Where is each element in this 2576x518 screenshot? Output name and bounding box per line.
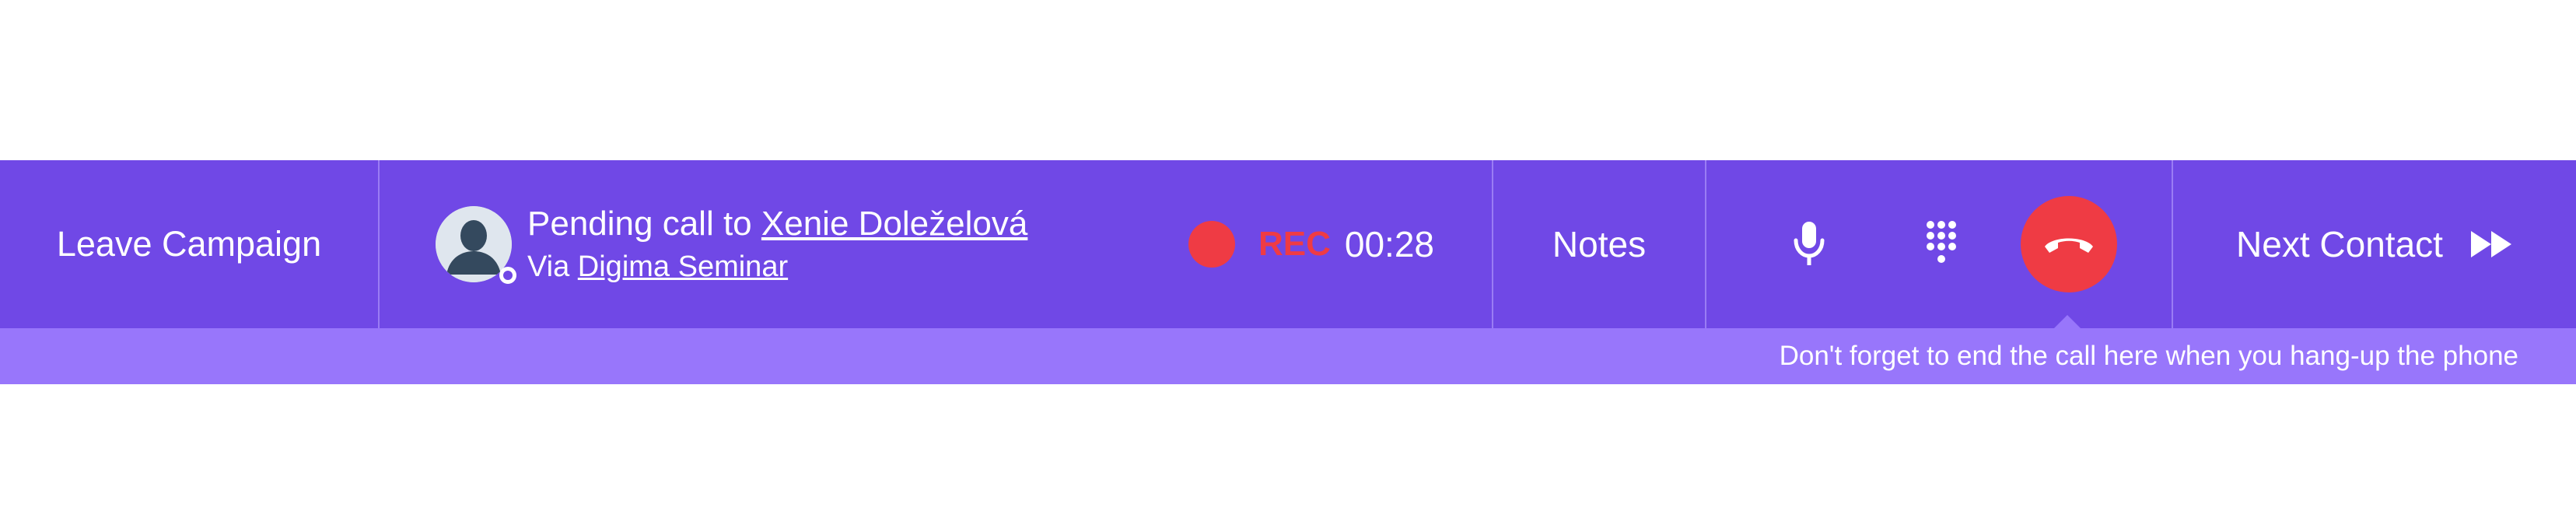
leave-campaign-button[interactable]: Leave Campaign — [0, 160, 378, 328]
call-info: Pending call to Xenie Doleželová Via Dig… — [380, 160, 1492, 328]
call-controls — [1706, 160, 2172, 328]
dialpad-icon[interactable] — [1918, 217, 1965, 271]
hint-text: Don't forget to end the call here when y… — [1779, 341, 2518, 371]
call-text: Pending call to Xenie Doleželová Via Dig… — [527, 202, 1027, 286]
pending-call-prefix: Pending call to — [527, 205, 761, 243]
fast-forward-icon — [2469, 229, 2513, 259]
call-toolbar: Leave Campaign Pending call to Xenie Dol… — [0, 160, 2576, 328]
status-indicator — [499, 267, 516, 284]
hangup-button[interactable] — [2021, 196, 2117, 292]
record-dot-icon — [1188, 221, 1235, 268]
hint-bar: Don't forget to end the call here when y… — [0, 328, 2576, 384]
notes-button[interactable]: Notes — [1493, 160, 1705, 328]
next-contact-button[interactable]: Next Contact — [2173, 160, 2576, 328]
pending-call-line: Pending call to Xenie Doleželová — [527, 202, 1027, 246]
hangup-phone-icon — [2045, 238, 2093, 253]
leave-campaign-label: Leave Campaign — [56, 224, 322, 264]
call-timer: 00:28 — [1344, 224, 1434, 264]
recording-status: REC 00:28 — [1188, 221, 1434, 268]
next-contact-label: Next Contact — [2236, 224, 2443, 264]
contact-name-link[interactable]: Xenie Doleželová — [761, 205, 1027, 243]
rec-label: REC — [1258, 225, 1331, 263]
avatar — [436, 206, 516, 284]
notes-label: Notes — [1552, 224, 1647, 264]
via-line: Via Digima Seminar — [527, 247, 1027, 286]
campaign-link[interactable]: Digima Seminar — [578, 250, 788, 283]
via-prefix: Via — [527, 250, 578, 283]
hint-pointer — [2053, 315, 2081, 329]
microphone-icon[interactable] — [1786, 217, 1832, 271]
